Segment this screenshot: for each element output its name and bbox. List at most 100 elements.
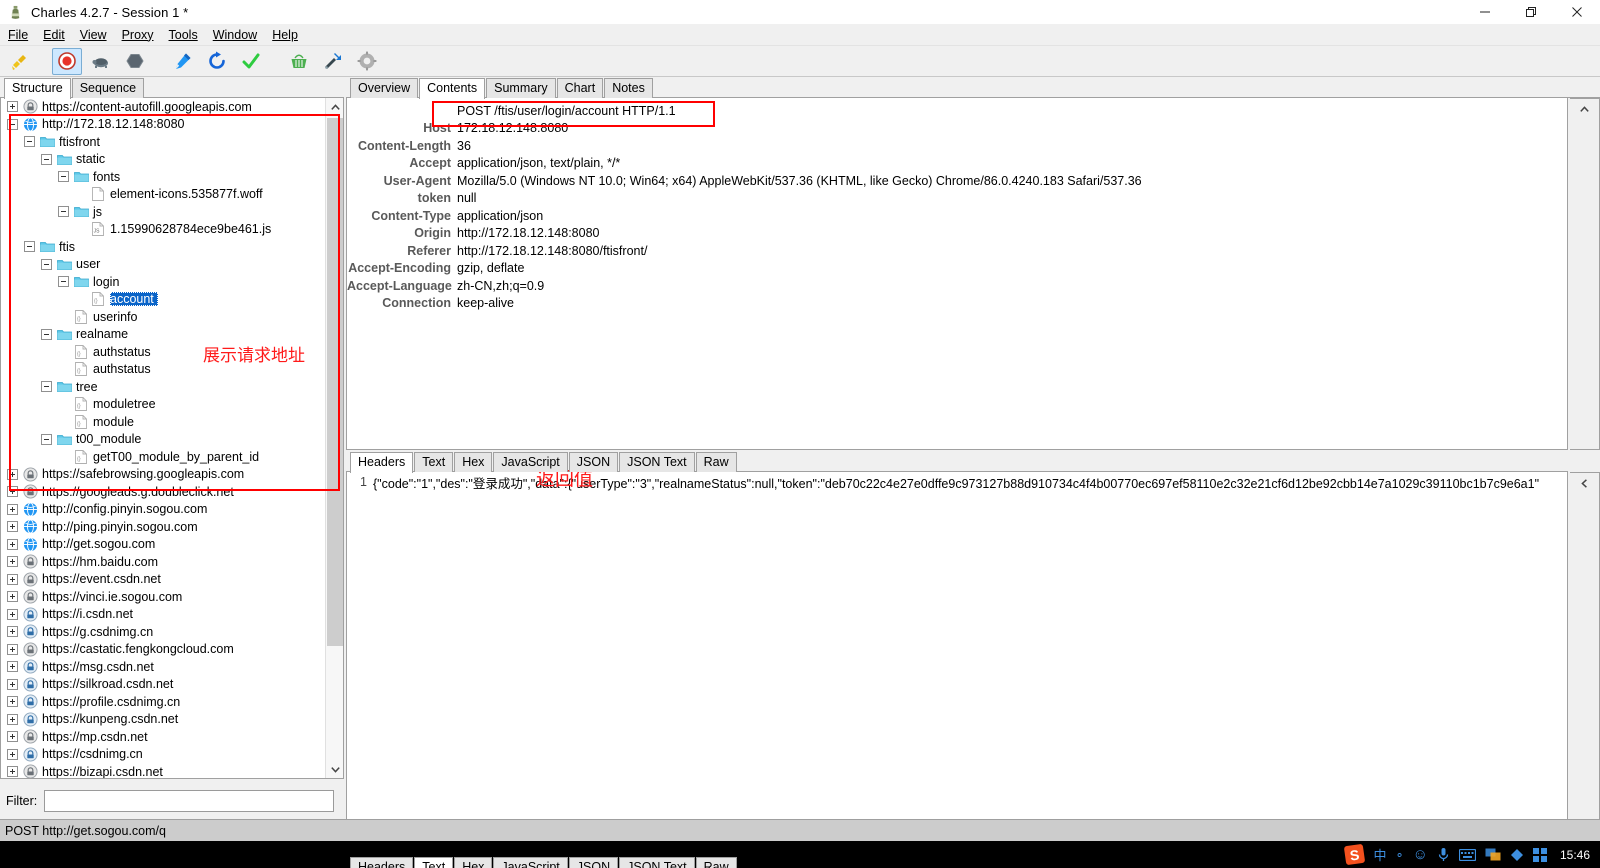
- toolbox-icon[interactable]: [1510, 848, 1524, 862]
- tree-row[interactable]: {} getT00_module_by_parent_id: [1, 448, 325, 466]
- tree-row[interactable]: https://csdnimg.cn: [1, 746, 325, 764]
- breakpoints-icon[interactable]: [120, 48, 150, 75]
- collapse-icon[interactable]: [41, 381, 52, 393]
- req-tab-hex[interactable]: Hex: [454, 452, 493, 472]
- translate-icon[interactable]: [1485, 848, 1501, 861]
- tab-notes[interactable]: Notes: [604, 78, 653, 98]
- scroll-up-icon[interactable]: [326, 98, 343, 116]
- tree-row[interactable]: user: [1, 256, 325, 274]
- resp-tab-json[interactable]: JSON: [568, 857, 619, 868]
- tree-row[interactable]: https://safebrowsing.googleapis.com: [1, 466, 325, 484]
- tree-row[interactable]: https://profile.csdnimg.cn: [1, 693, 325, 711]
- tree-row[interactable]: js: [1, 203, 325, 221]
- tree-row[interactable]: {} userinfo: [1, 308, 325, 326]
- expand-icon[interactable]: [7, 573, 18, 585]
- tab-chart[interactable]: Chart: [556, 78, 604, 98]
- req-tab-raw[interactable]: Raw: [695, 452, 737, 472]
- expand-icon[interactable]: [7, 678, 18, 690]
- resp-tab-json-text[interactable]: JSON Text: [619, 857, 695, 868]
- tree-row[interactable]: {} moduletree: [1, 396, 325, 414]
- collapse-icon[interactable]: [41, 328, 52, 340]
- compose-icon[interactable]: [168, 48, 198, 75]
- tab-structure[interactable]: Structure: [4, 78, 71, 99]
- response-scroll-left-icon[interactable]: [1574, 475, 1594, 491]
- tree-row[interactable]: https://vinci.ie.sogou.com: [1, 588, 325, 606]
- collapse-icon[interactable]: [41, 433, 52, 445]
- tree-row[interactable]: {} module: [1, 413, 325, 431]
- menu-file[interactable]: File: [1, 26, 35, 44]
- expand-icon[interactable]: [7, 731, 18, 743]
- tree-row[interactable]: tree: [1, 378, 325, 396]
- expand-icon[interactable]: [7, 591, 18, 603]
- throttle-icon[interactable]: [86, 48, 116, 75]
- collapse-icon[interactable]: [41, 258, 52, 270]
- half-width-icon[interactable]: ∘: [1396, 847, 1404, 863]
- req-tab-javascript[interactable]: JavaScript: [493, 452, 568, 472]
- req-tab-headers[interactable]: Headers: [350, 452, 414, 473]
- expand-icon[interactable]: [7, 101, 18, 113]
- response-code-area[interactable]: 1 {"code":"1","des":"登录成功","data":{"user…: [347, 472, 1567, 839]
- keyboard-icon[interactable]: [1458, 848, 1476, 861]
- resp-tab-headers[interactable]: Headers: [350, 857, 414, 868]
- expand-icon[interactable]: [7, 486, 18, 498]
- tree-row[interactable]: JS 1.15990628784ece9be461.js: [1, 221, 325, 239]
- expand-icon[interactable]: [7, 556, 18, 568]
- response-pane-scroll-region[interactable]: [1570, 472, 1600, 857]
- clear-session-icon[interactable]: [4, 48, 34, 75]
- expand-icon[interactable]: [7, 468, 18, 480]
- req-tab-json-text[interactable]: JSON Text: [619, 452, 695, 472]
- tree-row[interactable]: https://castatic.fengkongcloud.com: [1, 641, 325, 659]
- collapse-icon[interactable]: [24, 136, 35, 148]
- tab-overview[interactable]: Overview: [350, 78, 419, 98]
- tree-row[interactable]: https://kunpeng.csdn.net: [1, 711, 325, 729]
- tree-row[interactable]: static: [1, 151, 325, 169]
- tree-row[interactable]: http://get.sogou.com: [1, 536, 325, 554]
- menu-view[interactable]: View: [73, 26, 114, 44]
- expand-icon[interactable]: [7, 538, 18, 550]
- repeat-icon[interactable]: [202, 48, 232, 75]
- expand-icon[interactable]: [7, 748, 18, 760]
- expand-icon[interactable]: [7, 643, 18, 655]
- collapse-icon[interactable]: [41, 153, 52, 165]
- menu-window[interactable]: Window: [206, 26, 264, 44]
- minimize-button[interactable]: [1462, 0, 1508, 24]
- gear-icon[interactable]: [352, 48, 382, 75]
- expand-icon[interactable]: [7, 503, 18, 515]
- collapse-icon[interactable]: [7, 118, 18, 130]
- tree-row[interactable]: https://bizapi.csdn.net: [1, 763, 325, 778]
- record-icon[interactable]: [52, 47, 82, 75]
- tree-row[interactable]: ftisfront: [1, 133, 325, 151]
- tree-row[interactable]: https://event.csdn.net: [1, 571, 325, 589]
- expand-icon[interactable]: [7, 608, 18, 620]
- resp-tab-hex[interactable]: Hex: [454, 857, 493, 868]
- menu-edit[interactable]: Edit: [36, 26, 72, 44]
- tree-row[interactable]: https://i.csdn.net: [1, 606, 325, 624]
- menu-help[interactable]: Help: [265, 26, 305, 44]
- tree-row[interactable]: http://ping.pinyin.sogou.com: [1, 518, 325, 536]
- tree-row[interactable]: ftis: [1, 238, 325, 256]
- menu-tools[interactable]: Tools: [162, 26, 205, 44]
- request-scroll-up-icon[interactable]: [1574, 101, 1594, 117]
- tab-summary[interactable]: Summary: [486, 78, 556, 98]
- tree-row[interactable]: https://g.csdnimg.cn: [1, 623, 325, 641]
- settings-wrench-icon[interactable]: [318, 48, 348, 75]
- tree-row[interactable]: http://172.18.12.148:8080: [1, 116, 325, 134]
- collapse-icon[interactable]: [58, 171, 69, 183]
- expand-icon[interactable]: [7, 713, 18, 725]
- tree-row[interactable]: element-icons.535877f.woff: [1, 186, 325, 204]
- tree-row[interactable]: fonts: [1, 168, 325, 186]
- tree-row[interactable]: https://msg.csdn.net: [1, 658, 325, 676]
- menu-proxy[interactable]: Proxy: [115, 26, 161, 44]
- close-button[interactable]: [1554, 0, 1600, 24]
- tree-row[interactable]: https://silkroad.csdn.net: [1, 676, 325, 694]
- expand-icon[interactable]: [7, 521, 18, 533]
- tree-row[interactable]: http://config.pinyin.sogou.com: [1, 501, 325, 519]
- collapse-icon[interactable]: [24, 241, 35, 253]
- scroll-thumb[interactable]: [327, 118, 343, 646]
- tree-row[interactable]: {} account: [1, 291, 325, 309]
- tab-contents[interactable]: Contents: [419, 78, 486, 99]
- collapse-icon[interactable]: [58, 276, 69, 288]
- resp-tab-text[interactable]: Text: [414, 857, 454, 868]
- request-pane-scroll-region[interactable]: [1570, 98, 1600, 450]
- expand-icon[interactable]: [7, 696, 18, 708]
